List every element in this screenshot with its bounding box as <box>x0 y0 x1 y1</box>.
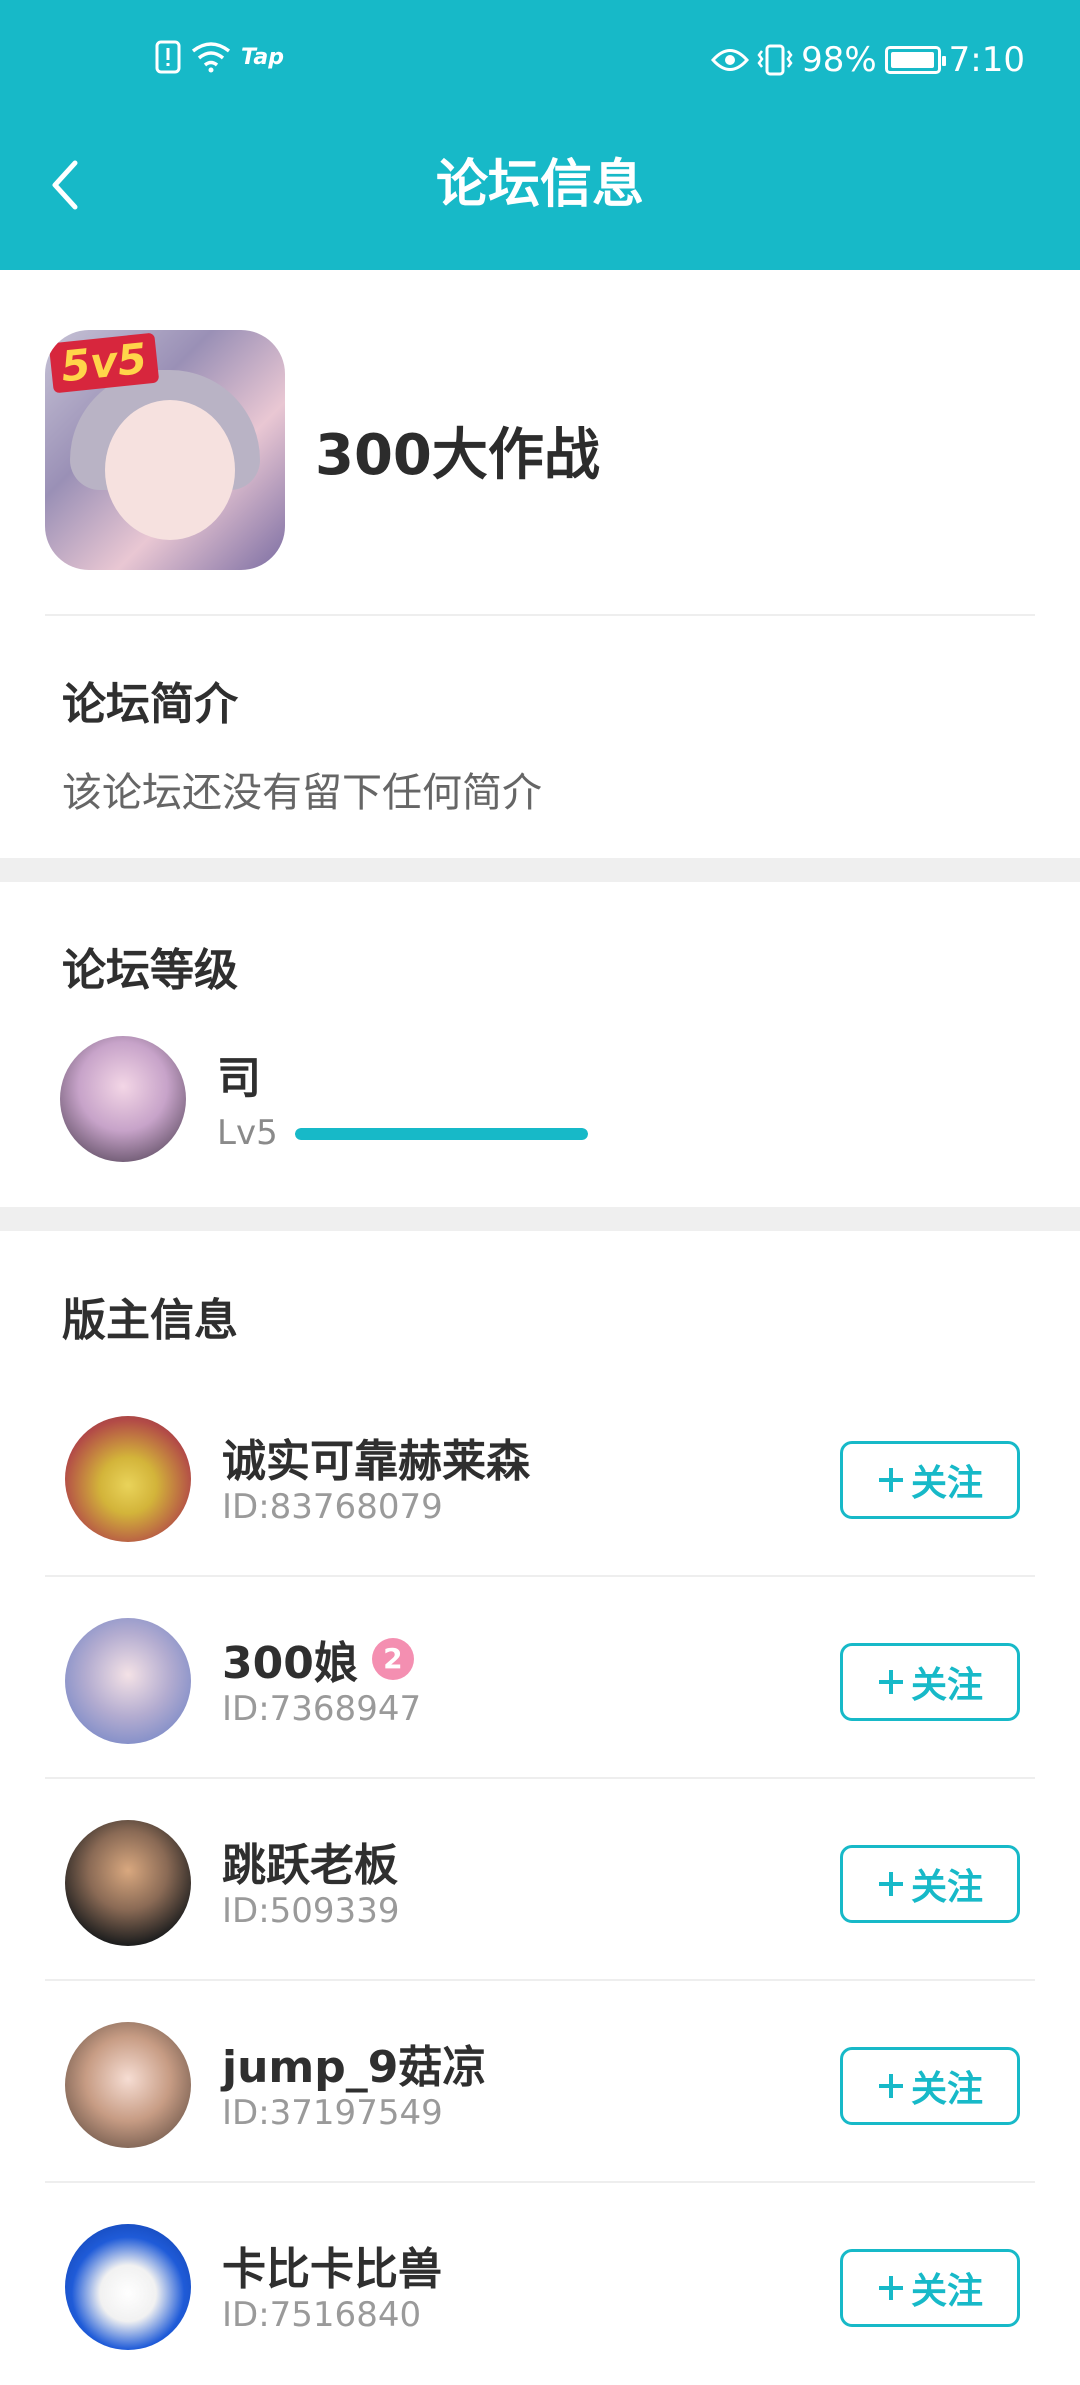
sim-alert-icon <box>155 40 181 74</box>
level-badge: 2 <box>371 1638 414 1680</box>
list-item[interactable]: 诚实可靠赫莱森 ID:83768079 关注 <box>0 1375 1080 1577</box>
status-left: Tap <box>155 40 284 74</box>
avatar[interactable] <box>65 1416 191 1542</box>
moderator-id: ID:509339 <box>222 1891 400 1931</box>
section-separator <box>0 1207 1080 1231</box>
forum-icon-face <box>105 400 235 540</box>
moderator-name: jump_9菇凉 <box>222 2042 487 2093</box>
follow-button[interactable]: 关注 <box>840 1441 1020 1519</box>
battery-percent: 98% <box>801 40 877 80</box>
plus-icon <box>878 1872 903 1896</box>
battery-level <box>890 52 934 68</box>
list-item[interactable]: jump_9菇凉 ID:37197549 关注 <box>0 1981 1080 2183</box>
level-name: 司 <box>217 1053 261 1104</box>
moderator-id: ID:7516840 <box>222 2295 422 2335</box>
divider <box>45 614 1035 616</box>
page-title: 论坛信息 <box>435 155 644 215</box>
plus-icon <box>878 2074 903 2098</box>
follow-label: 关注 <box>910 2271 983 2312</box>
moderator-id: ID:37197549 <box>222 2093 443 2133</box>
moderator-name: 300娘 2 <box>222 1627 414 1691</box>
moderator-name: 跳跃老板 <box>222 1840 398 1891</box>
moderator-name: 卡比卡比兽 <box>222 2244 442 2295</box>
moderator-name: 诚实可靠赫莱森 <box>222 1436 530 1487</box>
level-title: 论坛等级 <box>62 945 238 996</box>
forum-icon: 5v5 <box>45 330 285 570</box>
clock: 7:10 <box>948 40 1025 80</box>
follow-label: 关注 <box>910 2069 983 2110</box>
status-bar: Tap 98% 7:10 <box>0 0 1080 125</box>
plus-icon <box>878 1468 903 1492</box>
moderator-list: 诚实可靠赫莱森 ID:83768079 关注 300娘 2 ID:7368947… <box>0 1375 1080 2385</box>
avatar[interactable] <box>65 2224 191 2350</box>
level-label: Lv5 <box>217 1113 278 1153</box>
follow-label: 关注 <box>910 1463 983 1504</box>
moderators-title: 版主信息 <box>62 1295 238 1346</box>
app-header: Tap 98% 7:10 论坛信息 <box>0 0 1080 270</box>
list-item[interactable]: 跳跃老板 ID:509339 关注 <box>0 1779 1080 1981</box>
avatar[interactable] <box>65 1618 191 1744</box>
follow-label: 关注 <box>910 1867 983 1908</box>
level-progress-bar <box>295 1128 588 1140</box>
moderator-id: ID:7368947 <box>222 1689 422 1729</box>
follow-button[interactable]: 关注 <box>840 2249 1020 2327</box>
intro-text: 该论坛还没有留下任何简介 <box>62 770 542 816</box>
avatar[interactable] <box>65 2022 191 2148</box>
level-progress-fill <box>295 1128 588 1140</box>
forum-summary: 5v5 300大作战 <box>0 270 1080 615</box>
vibrate-icon <box>757 44 793 76</box>
wifi-icon <box>191 42 231 73</box>
avatar[interactable] <box>65 1820 191 1946</box>
moderator-id: ID:83768079 <box>222 1487 443 1527</box>
follow-label: 关注 <box>910 1665 983 1706</box>
plus-icon <box>878 1670 903 1694</box>
avatar[interactable] <box>60 1036 186 1162</box>
section-separator <box>0 858 1080 882</box>
eye-icon <box>711 49 750 71</box>
tap-indicator: Tap <box>241 44 284 70</box>
follow-button[interactable]: 关注 <box>840 1643 1020 1721</box>
follow-button[interactable]: 关注 <box>840 1845 1020 1923</box>
battery-icon <box>884 46 946 74</box>
list-item[interactable]: 300娘 2 ID:7368947 关注 <box>0 1577 1080 1779</box>
forum-name: 300大作战 <box>315 423 600 488</box>
list-item[interactable]: 卡比卡比兽 ID:7516840 关注 <box>0 2183 1080 2385</box>
plus-icon <box>878 2276 903 2300</box>
status-right: 98% 7:10 <box>711 40 1025 80</box>
follow-button[interactable]: 关注 <box>840 2047 1020 2125</box>
intro-title: 论坛简介 <box>62 679 238 730</box>
